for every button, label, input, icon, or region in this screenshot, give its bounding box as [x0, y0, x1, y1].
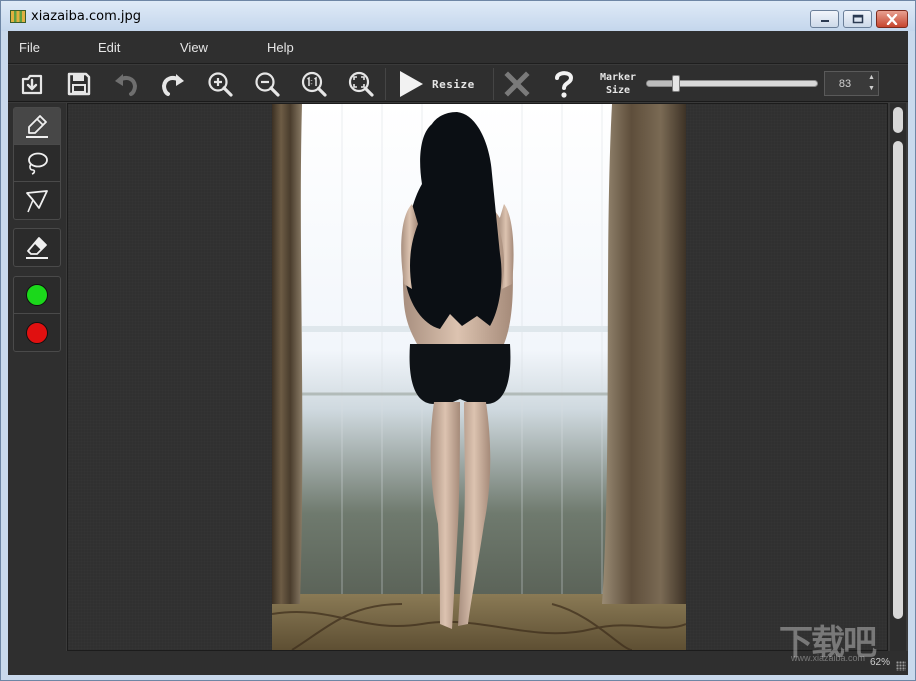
marker-size-label: Marker Size	[595, 71, 641, 97]
green-circle-icon	[26, 284, 48, 306]
window-title: xiazaiba.com.jpg	[31, 9, 142, 24]
zoom-in-icon	[208, 72, 233, 97]
polygon-lasso-icon	[26, 189, 48, 212]
minimize-icon	[820, 20, 829, 22]
scroll-up-button[interactable]	[893, 107, 903, 133]
cancel-x-icon	[504, 71, 530, 97]
marker-slider-thumb[interactable]	[672, 75, 680, 92]
image-canvas[interactable]	[67, 103, 888, 651]
lasso-tool[interactable]	[14, 145, 60, 182]
open-button[interactable]	[15, 67, 49, 101]
polygon-lasso-tool[interactable]	[14, 182, 60, 219]
pencil-icon	[26, 115, 48, 138]
zoom-actual-button[interactable]	[297, 67, 331, 101]
eraser-tools	[13, 228, 61, 267]
menu-view[interactable]: View	[180, 40, 208, 55]
menu-help[interactable]: Help	[267, 40, 294, 55]
photo-image	[272, 104, 686, 650]
zoom-actual-size-icon	[301, 71, 327, 97]
marker-size-spinbox: ▲ ▼	[824, 71, 879, 96]
maximize-button[interactable]	[843, 10, 872, 28]
marker-size-slider[interactable]	[646, 75, 818, 92]
scrollbar-thumb[interactable]	[893, 141, 903, 619]
selection-tools	[13, 107, 61, 220]
toolbar: Resize Marker Size 83 ▲ ▼	[8, 65, 908, 102]
marker-label-line1: Marker	[599, 72, 637, 83]
zoom-fit-button[interactable]	[344, 67, 378, 101]
app-window: xiazaiba.com.jpg File Edit View Help Res…	[0, 0, 916, 681]
eraser-tool[interactable]	[14, 229, 60, 266]
vertical-scrollbar[interactable]	[890, 103, 906, 651]
menu-bar: File Edit View Help	[8, 31, 908, 64]
minimize-button[interactable]	[810, 10, 839, 28]
zoom-out-icon	[255, 72, 280, 97]
photo-illustration	[272, 104, 686, 650]
undo-icon	[115, 74, 138, 96]
menu-edit[interactable]: Edit	[98, 40, 120, 55]
marker-size-input[interactable]	[825, 72, 865, 95]
marker-tool[interactable]	[14, 108, 60, 145]
zoom-in-button[interactable]	[203, 67, 237, 101]
app-body: File Edit View Help Resize Marker Size 8…	[8, 31, 908, 675]
close-button[interactable]	[876, 10, 908, 28]
undo-button[interactable]	[109, 67, 143, 101]
redo-icon	[161, 74, 184, 96]
eraser-icon	[26, 236, 48, 259]
color-tools	[13, 276, 61, 352]
question-mark-icon	[555, 71, 574, 98]
resize-label: Resize	[432, 77, 475, 91]
zoom-out-button[interactable]	[250, 67, 284, 101]
redo-button[interactable]	[156, 67, 190, 101]
resize-grip-icon[interactable]	[896, 661, 906, 671]
open-icon	[21, 74, 43, 95]
spin-up-button[interactable]: ▲	[865, 72, 878, 83]
close-icon	[886, 13, 898, 25]
lasso-icon	[28, 152, 48, 175]
tools-panel	[8, 103, 66, 651]
cancel-button[interactable]	[500, 67, 534, 101]
toolbar-separator	[493, 68, 494, 100]
marker-label-line2: Size	[605, 85, 631, 96]
resize-button[interactable]: Resize	[396, 67, 496, 101]
save-icon	[67, 72, 91, 96]
maximize-icon	[852, 14, 863, 24]
title-bar: xiazaiba.com.jpg	[1, 1, 915, 31]
spin-down-button[interactable]: ▼	[865, 83, 878, 94]
save-button[interactable]	[62, 67, 96, 101]
menu-file[interactable]: File	[19, 40, 40, 55]
remove-color-tool[interactable]	[14, 314, 60, 351]
help-button[interactable]	[547, 67, 581, 101]
app-icon	[10, 10, 26, 23]
watermark-url: www.xiazaiba.com	[791, 653, 866, 663]
red-circle-icon	[26, 321, 48, 344]
keep-color-tool[interactable]	[14, 277, 60, 314]
play-icon	[400, 71, 423, 97]
status-bar: 62%	[8, 651, 908, 675]
zoom-fit-icon	[348, 71, 374, 97]
toolbar-separator	[385, 68, 386, 100]
